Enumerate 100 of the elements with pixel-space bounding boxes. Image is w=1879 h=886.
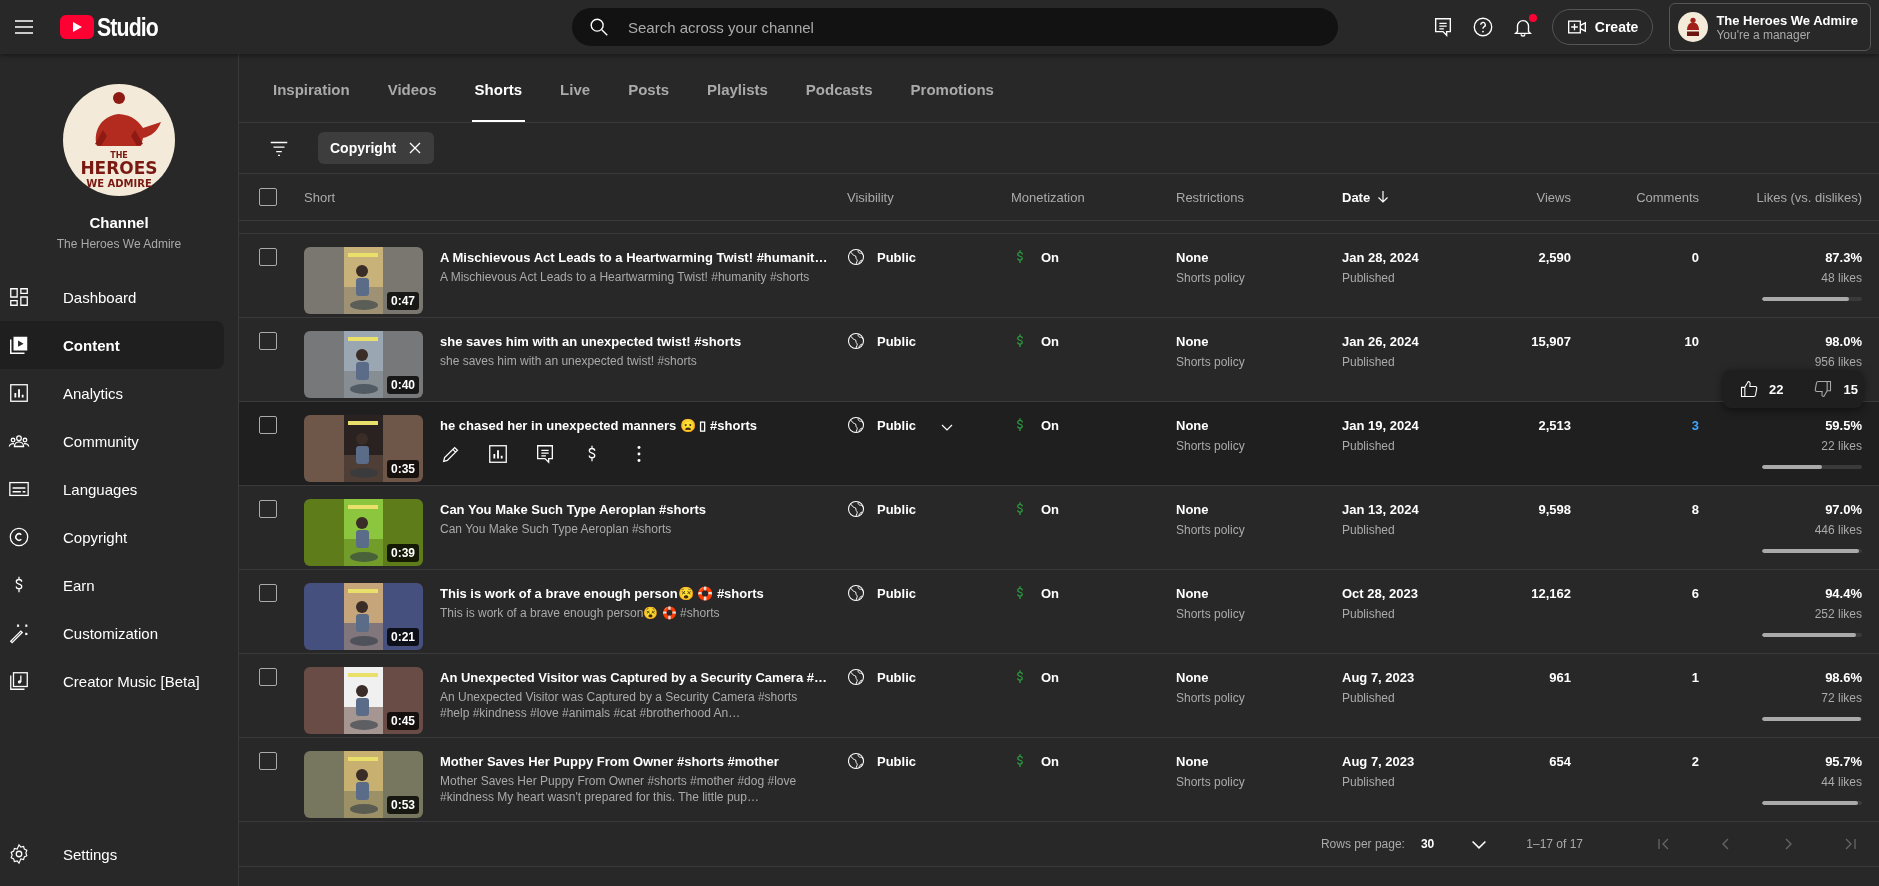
tab[interactable]: Podcasts: [802, 54, 876, 122]
sidebar-item[interactable]: Dashboard: [0, 273, 224, 321]
channel-label: Channel: [89, 214, 149, 231]
column-header[interactable]: Visibility: [847, 189, 894, 205]
analytics-icon[interactable]: [487, 443, 509, 465]
account-chip[interactable]: The Heroes We Admire You're a manager: [1669, 3, 1871, 51]
likes-count: 446 likes: [1814, 523, 1862, 537]
dislikes-number: 15: [1843, 381, 1858, 397]
date-value: Jan 13, 2024: [1342, 502, 1420, 517]
column-header[interactable]: Date: [1342, 189, 1371, 205]
sidebar-item[interactable]: Content: [0, 321, 224, 369]
table-row[interactable]: 0:39 Can You Make Such Type Aeroplan #shorts Can You Make Such Type Aeroplan #shorts Public On None Shorts policy Jan 13, 2024 Published 9,598 8 97.0% 446 likes: [239, 486, 1879, 570]
tab[interactable]: Inspiration: [270, 54, 353, 122]
restriction-value: None: [1176, 334, 1210, 349]
video-title[interactable]: she saves him with an unexpected twist! #shorts: [440, 333, 742, 351]
comments-icon[interactable]: [534, 443, 556, 465]
sidebar-item[interactable]: Creator Music [Beta]: [0, 657, 224, 705]
video-title[interactable]: This is work of a brave enough person😵 🛟 #shorts: [440, 585, 764, 603]
video-description: A Mischievous Act Leads to a Heartwarming Twist! #humanity #shorts: [440, 269, 810, 285]
sidebar-item[interactable]: Analytics: [0, 369, 224, 417]
views-count: 2,590: [1538, 250, 1571, 265]
tab[interactable]: Videos: [384, 54, 440, 122]
date-status: Published: [1342, 355, 1396, 369]
sidebar-item[interactable]: Copyright: [0, 513, 224, 561]
page-range: 1–17 of 17: [1526, 837, 1583, 851]
magic-wand-icon: [8, 622, 30, 644]
video-title[interactable]: An Unexpected Visitor was Captured by a Security Camera #…: [440, 669, 827, 687]
views-count: 961: [1549, 670, 1571, 685]
rows-per-page-dropdown[interactable]: 30: [1420, 835, 1489, 853]
video-description: An Unexpected Visitor was Captured by a Security Camera #shorts #help #kindness #love #animals #cat #brotherhood An…: [440, 689, 799, 721]
likes-count: 48 likes: [1821, 271, 1862, 285]
date-value: Jan 19, 2024: [1342, 418, 1420, 433]
column-header[interactable]: Views: [1536, 189, 1571, 205]
row-checkbox[interactable]: [258, 248, 277, 266]
restriction-note: Shorts policy: [1176, 271, 1246, 285]
row-checkbox[interactable]: [258, 752, 277, 770]
column-header[interactable]: Comments: [1636, 189, 1699, 205]
column-header[interactable]: Monetization: [1011, 189, 1085, 205]
row-checkbox[interactable]: [258, 584, 277, 602]
video-title[interactable]: A Mischievous Act Leads to a Heartwarming Twist! #humanit…: [440, 249, 828, 267]
column-header[interactable]: Likes (vs. dislikes): [1756, 189, 1862, 205]
restriction-note: Shorts policy: [1176, 523, 1246, 537]
restriction-value: None: [1176, 250, 1210, 265]
tab[interactable]: Live: [557, 54, 594, 122]
music-library-icon: [8, 670, 30, 692]
tab[interactable]: Posts: [625, 54, 672, 122]
account-name: The Heroes We Admire: [1716, 12, 1858, 28]
select-all-checkbox[interactable]: [258, 188, 277, 206]
filter-chip[interactable]: Copyright: [318, 132, 435, 164]
restriction-value: None: [1176, 586, 1210, 601]
views-count: 12,162: [1531, 586, 1571, 601]
monetization-value: On: [1041, 669, 1060, 685]
channel-name: The Heroes We Admire: [56, 237, 182, 251]
comments-count: 2: [1691, 754, 1699, 769]
video-title[interactable]: Mother Saves Her Puppy From Owner #shorts #mother: [440, 753, 810, 771]
search-icon: [588, 16, 610, 38]
row-checkbox[interactable]: [258, 500, 277, 518]
globe-icon: [847, 500, 865, 518]
video-title[interactable]: Can You Make Such Type Aeroplan #shorts: [440, 501, 707, 519]
likes-percent: 87.3%: [1825, 250, 1862, 265]
tab[interactable]: Playlists: [704, 54, 771, 122]
date-value: Aug 7, 2023: [1342, 754, 1416, 769]
table-row[interactable]: 0:35 he chased her in unexpected manners 😦 ▯ #shorts Public On None Shorts policy Jan 19, 2024 Published 2,513 3 59.5% 22 likes: [239, 402, 1879, 486]
column-header[interactable]: Restrictions: [1176, 189, 1244, 205]
table-row[interactable]: 0:21 This is work of a brave enough person😵 🛟 #shorts This is work of a brave enough person😵 🛟 #shorts Public On None Shorts policy Oct 28, 2023 Published 12,162 6 94.4% 252 likes: [239, 570, 1879, 654]
visibility-value: Public: [877, 333, 916, 349]
globe-icon: [847, 416, 865, 434]
tab[interactable]: Shorts: [471, 54, 526, 122]
monetization-value: On: [1041, 249, 1060, 265]
comments-count[interactable]: 3: [1691, 418, 1699, 433]
row-checkbox[interactable]: [258, 416, 277, 434]
sidebar-item[interactable]: Languages: [0, 465, 224, 513]
restriction-note: Shorts policy: [1176, 607, 1246, 621]
sort-down-icon[interactable]: [1376, 190, 1391, 204]
visibility-value: Public: [877, 753, 916, 769]
analytics-icon: [8, 382, 30, 404]
sidebar-item[interactable]: Customization: [0, 609, 224, 657]
globe-icon: [847, 248, 865, 266]
views-count: 654: [1549, 754, 1571, 769]
date-status: Published: [1342, 691, 1396, 705]
globe-icon: [847, 668, 865, 686]
comments-count: 6: [1691, 586, 1699, 601]
monetization-value: On: [1041, 417, 1060, 433]
date-value: Oct 28, 2023: [1342, 586, 1419, 601]
row-checkbox[interactable]: [258, 668, 277, 686]
settings-item[interactable]: Settings: [0, 830, 224, 878]
column-header[interactable]: Short: [304, 189, 336, 205]
video-title[interactable]: he chased her in unexpected manners 😦 ▯ #shorts: [440, 417, 758, 435]
row-checkbox[interactable]: [258, 332, 277, 350]
sidebar-item[interactable]: Earn: [0, 561, 224, 609]
sidebar-item[interactable]: Community: [0, 417, 224, 465]
tab[interactable]: Promotions: [907, 54, 997, 122]
likes-count: 44 likes: [1821, 775, 1862, 789]
likes-number: 22: [1769, 381, 1784, 397]
close-icon[interactable]: [408, 141, 423, 155]
duration-badge: 0:47: [386, 292, 419, 310]
dashboard-icon: [8, 286, 30, 308]
settings-icon: [8, 843, 30, 865]
help-icon[interactable]: [1471, 16, 1494, 38]
search-field[interactable]: Search across your channel: [572, 8, 1338, 46]
